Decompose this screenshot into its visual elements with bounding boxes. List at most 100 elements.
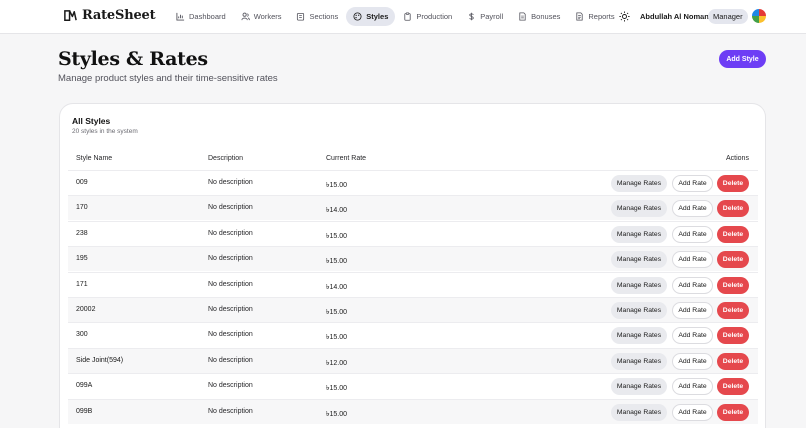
app-name: RateSheet (82, 8, 156, 23)
description-cell: No description (208, 229, 253, 237)
manage-rates-button[interactable]: Manage Rates (611, 352, 667, 370)
style-name-cell: 300 (76, 331, 88, 339)
users-icon (241, 12, 250, 21)
style-name-cell: 170 (76, 204, 88, 212)
nav-item-styles[interactable]: Styles (346, 7, 396, 26)
nav-label: Sections (309, 12, 339, 21)
manage-rates-button[interactable]: Manage Rates (611, 225, 667, 243)
nav-label: Reports (588, 12, 615, 21)
table-row: 20002 No description ৳15.00 Manage Rates Add… (68, 297, 758, 322)
avatar[interactable] (752, 9, 766, 23)
theme-toggle-icon[interactable] (619, 11, 630, 22)
card-subtitle: 20 styles in the system (72, 128, 138, 135)
description-cell: No description (208, 179, 253, 186)
description-cell: No description (208, 255, 253, 263)
description-cell: No description (208, 382, 253, 390)
page-title: Styles & Rates (58, 48, 208, 70)
add-rate-button[interactable]: Add Rate (672, 352, 713, 370)
building-icon (297, 12, 305, 21)
delete-button[interactable]: Delete (717, 403, 749, 421)
style-name-cell: 099B (76, 407, 93, 415)
manage-rates-button[interactable]: Manage Rates (611, 327, 667, 345)
file-icon (576, 12, 583, 21)
current-rate-cell: ৳15.00 (326, 309, 348, 316)
style-name-cell: 099A (76, 382, 93, 390)
add-rate-button[interactable]: Add Rate (672, 225, 713, 243)
nav-item-payroll[interactable]: Payroll (460, 7, 510, 26)
nav-item-workers[interactable]: Workers (234, 7, 289, 26)
manage-rates-button[interactable]: Manage Rates (611, 175, 667, 192)
table-row: 170 No description ৳14.00 Manage Rates Add R… (68, 195, 758, 221)
page-subtitle: Manage product styles and their time-sen… (58, 73, 278, 84)
nav-item-production[interactable]: Production (396, 7, 459, 26)
current-rate-cell: ৳12.00 (326, 359, 348, 367)
description-cell: No description (208, 356, 253, 364)
document-icon (519, 12, 526, 21)
description-cell: No description (208, 204, 253, 212)
add-rate-button[interactable]: Add Rate (672, 251, 713, 269)
clipboard-icon (404, 12, 411, 21)
delete-button[interactable]: Delete (717, 352, 749, 370)
manage-rates-button[interactable]: Manage Rates (611, 200, 667, 218)
chart-icon (176, 12, 185, 21)
delete-button[interactable]: Delete (717, 327, 749, 345)
add-rate-button[interactable]: Add Rate (672, 276, 713, 294)
delete-button[interactable]: Delete (717, 175, 749, 192)
delete-button[interactable]: Delete (717, 302, 749, 319)
column-header-actions: Actions (726, 155, 749, 162)
delete-button[interactable]: Delete (717, 251, 749, 269)
column-header-current-rate: Current Rate (326, 155, 367, 162)
add-rate-button[interactable]: Add Rate (672, 175, 713, 192)
add-rate-button[interactable]: Add Rate (672, 378, 713, 396)
description-cell: No description (208, 306, 253, 313)
nav-item-dashboard[interactable]: Dashboard (169, 7, 233, 26)
nav-item-reports[interactable]: Reports (568, 7, 621, 26)
table-row: Side Joint(594) No description ৳12.00 Manag… (68, 347, 758, 373)
palette-icon (353, 12, 362, 21)
description-cell: No description (208, 331, 253, 339)
nav-links: Dashboard Workers Sections Styles Produc… (169, 7, 623, 26)
manage-rates-button[interactable]: Manage Rates (611, 276, 667, 294)
style-name-cell: 195 (76, 255, 88, 263)
card-title: All Styles (72, 116, 111, 126)
delete-button[interactable]: Delete (717, 200, 749, 218)
table-row: 099B No description ৳15.00 Manage Rates Add … (68, 398, 758, 424)
table-row: 195 No description ৳15.00 Manage Rates Add R… (68, 246, 758, 272)
style-name-cell: 20002 (76, 306, 96, 313)
nav-item-sections[interactable]: Sections (289, 7, 345, 26)
manage-rates-button[interactable]: Manage Rates (611, 378, 667, 396)
delete-button[interactable]: Delete (717, 276, 749, 294)
description-cell: No description (208, 280, 253, 288)
current-rate-cell: ৳15.00 (326, 385, 348, 393)
styles-card: All Styles 20 styles in the system Style… (59, 103, 766, 428)
add-rate-button[interactable]: Add Rate (672, 403, 713, 421)
description-cell: No description (208, 407, 253, 415)
style-name-cell: 171 (76, 280, 88, 288)
current-rate-cell: ৳15.00 (326, 334, 348, 342)
manage-rates-button[interactable]: Manage Rates (611, 251, 667, 269)
column-header-description: Description (208, 155, 244, 162)
style-name-cell: 238 (76, 229, 88, 237)
delete-button[interactable]: Delete (717, 378, 749, 396)
top-navbar: RateSheet Dashboard Workers Sections Sty… (0, 0, 806, 34)
delete-button[interactable]: Delete (717, 225, 749, 243)
table-row: 171 No description ৳14.00 Manage Rates Add R… (68, 271, 758, 297)
current-rate-cell: ৳15.00 (326, 410, 348, 418)
add-rate-button[interactable]: Add Rate (672, 327, 713, 345)
column-header-style-name: Style Name (76, 155, 113, 162)
current-rate-cell: ৳14.00 (326, 283, 348, 291)
separator-dot (702, 15, 704, 17)
user-name: Abdullah Al Noman (640, 12, 709, 21)
app-logo[interactable]: RateSheet (63, 8, 156, 23)
nav-label: Production (416, 12, 453, 21)
add-style-button[interactable]: Add Style (719, 50, 766, 68)
nav-label: Bonuses (531, 12, 561, 21)
current-rate-cell: ৳14.00 (326, 207, 348, 215)
manage-rates-button[interactable]: Manage Rates (611, 302, 667, 319)
add-rate-button[interactable]: Add Rate (672, 200, 713, 218)
manage-rates-button[interactable]: Manage Rates (611, 403, 667, 421)
nav-label: Dashboard (189, 12, 226, 21)
current-rate-cell: ৳15.00 (326, 258, 348, 266)
add-rate-button[interactable]: Add Rate (672, 302, 713, 319)
nav-item-bonuses[interactable]: Bonuses (511, 7, 567, 26)
